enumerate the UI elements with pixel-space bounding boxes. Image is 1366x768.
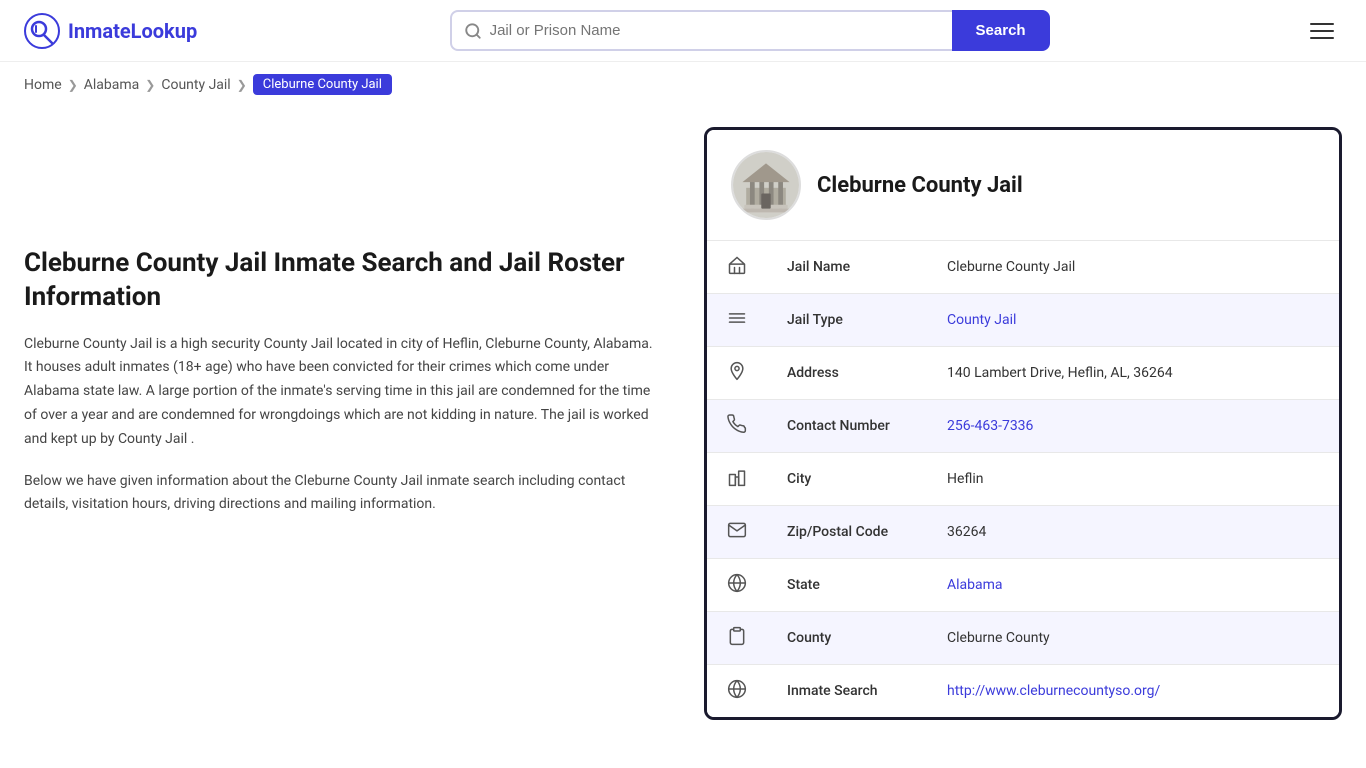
row-icon: [707, 453, 767, 506]
row-icon: [707, 400, 767, 453]
row-label: Inmate Search: [767, 665, 927, 718]
table-row: County Cleburne County: [707, 612, 1339, 665]
row-icon: [707, 665, 767, 718]
table-row: Contact Number 256-463-7336: [707, 400, 1339, 453]
row-label: Jail Type: [767, 294, 927, 347]
row-value[interactable]: http://www.cleburnecountyso.org/: [927, 665, 1339, 718]
hamburger-line-1: [1310, 23, 1334, 25]
info-link[interactable]: Alabama: [947, 577, 1003, 593]
row-label: County: [767, 612, 927, 665]
table-row: Jail Name Cleburne County Jail: [707, 241, 1339, 294]
row-value: Cleburne County Jail: [927, 241, 1339, 294]
search-area: Search: [450, 10, 1050, 51]
table-row: Address 140 Lambert Drive, Heflin, AL, 3…: [707, 347, 1339, 400]
search-input[interactable]: [490, 12, 940, 49]
row-label: State: [767, 559, 927, 612]
search-button[interactable]: Search: [952, 10, 1050, 51]
info-link[interactable]: 256-463-7336: [947, 418, 1033, 434]
table-row: Jail Type County Jail: [707, 294, 1339, 347]
hamburger-line-3: [1310, 37, 1334, 39]
row-label: Zip/Postal Code: [767, 506, 927, 559]
breadcrumb-chevron-2: ❯: [145, 78, 155, 92]
row-icon: [707, 294, 767, 347]
info-table: Jail Name Cleburne County Jail Jail Type…: [707, 240, 1339, 717]
info-card: Cleburne County Jail Jail Name Cleburne …: [704, 127, 1342, 720]
row-label: Address: [767, 347, 927, 400]
row-label: Jail Name: [767, 241, 927, 294]
table-row: Inmate Search http://www.cleburnecountys…: [707, 665, 1339, 718]
row-label: Contact Number: [767, 400, 927, 453]
jail-avatar: [731, 150, 801, 220]
row-icon: [707, 241, 767, 294]
row-value[interactable]: 256-463-7336: [927, 400, 1339, 453]
info-link[interactable]: County Jail: [947, 312, 1016, 328]
logo-icon: [24, 13, 60, 49]
jail-building-icon: [733, 150, 799, 220]
breadcrumb-chevron-1: ❯: [68, 78, 78, 92]
table-row: State Alabama: [707, 559, 1339, 612]
breadcrumb-home[interactable]: Home: [24, 77, 62, 93]
row-value: 36264: [927, 506, 1339, 559]
row-icon: [707, 559, 767, 612]
logo-text: InmateLookup: [68, 19, 197, 43]
row-value[interactable]: Alabama: [927, 559, 1339, 612]
search-icon: [464, 22, 482, 40]
row-value[interactable]: County Jail: [927, 294, 1339, 347]
breadcrumb-chevron-3: ❯: [237, 78, 247, 92]
hamburger-menu[interactable]: [1302, 15, 1342, 47]
left-panel: Cleburne County Jail Inmate Search and J…: [24, 127, 664, 720]
page-description-2: Below we have given information about th…: [24, 470, 664, 518]
table-row: Zip/Postal Code 36264: [707, 506, 1339, 559]
row-value: Cleburne County: [927, 612, 1339, 665]
hamburger-line-2: [1310, 30, 1334, 32]
breadcrumb-type[interactable]: County Jail: [161, 77, 230, 93]
row-icon: [707, 347, 767, 400]
table-row: City Heflin: [707, 453, 1339, 506]
logo[interactable]: InmateLookup: [24, 13, 197, 49]
header: InmateLookup Search: [0, 0, 1366, 62]
row-value: 140 Lambert Drive, Heflin, AL, 36264: [927, 347, 1339, 400]
page-description-1: Cleburne County Jail is a high security …: [24, 333, 664, 452]
breadcrumb-current: Cleburne County Jail: [253, 74, 392, 95]
page-title: Cleburne County Jail Inmate Search and J…: [24, 247, 664, 315]
info-card-title: Cleburne County Jail: [817, 173, 1023, 198]
row-label: City: [767, 453, 927, 506]
info-link[interactable]: http://www.cleburnecountyso.org/: [947, 683, 1160, 699]
right-panel: Cleburne County Jail Jail Name Cleburne …: [704, 127, 1342, 720]
breadcrumb-state[interactable]: Alabama: [84, 77, 140, 93]
search-input-wrapper: [450, 10, 952, 51]
main-content: Cleburne County Jail Inmate Search and J…: [0, 107, 1366, 760]
row-icon: [707, 506, 767, 559]
info-card-header: Cleburne County Jail: [707, 130, 1339, 240]
breadcrumb: Home ❯ Alabama ❯ County Jail ❯ Cleburne …: [0, 62, 1366, 107]
row-icon: [707, 612, 767, 665]
row-value: Heflin: [927, 453, 1339, 506]
